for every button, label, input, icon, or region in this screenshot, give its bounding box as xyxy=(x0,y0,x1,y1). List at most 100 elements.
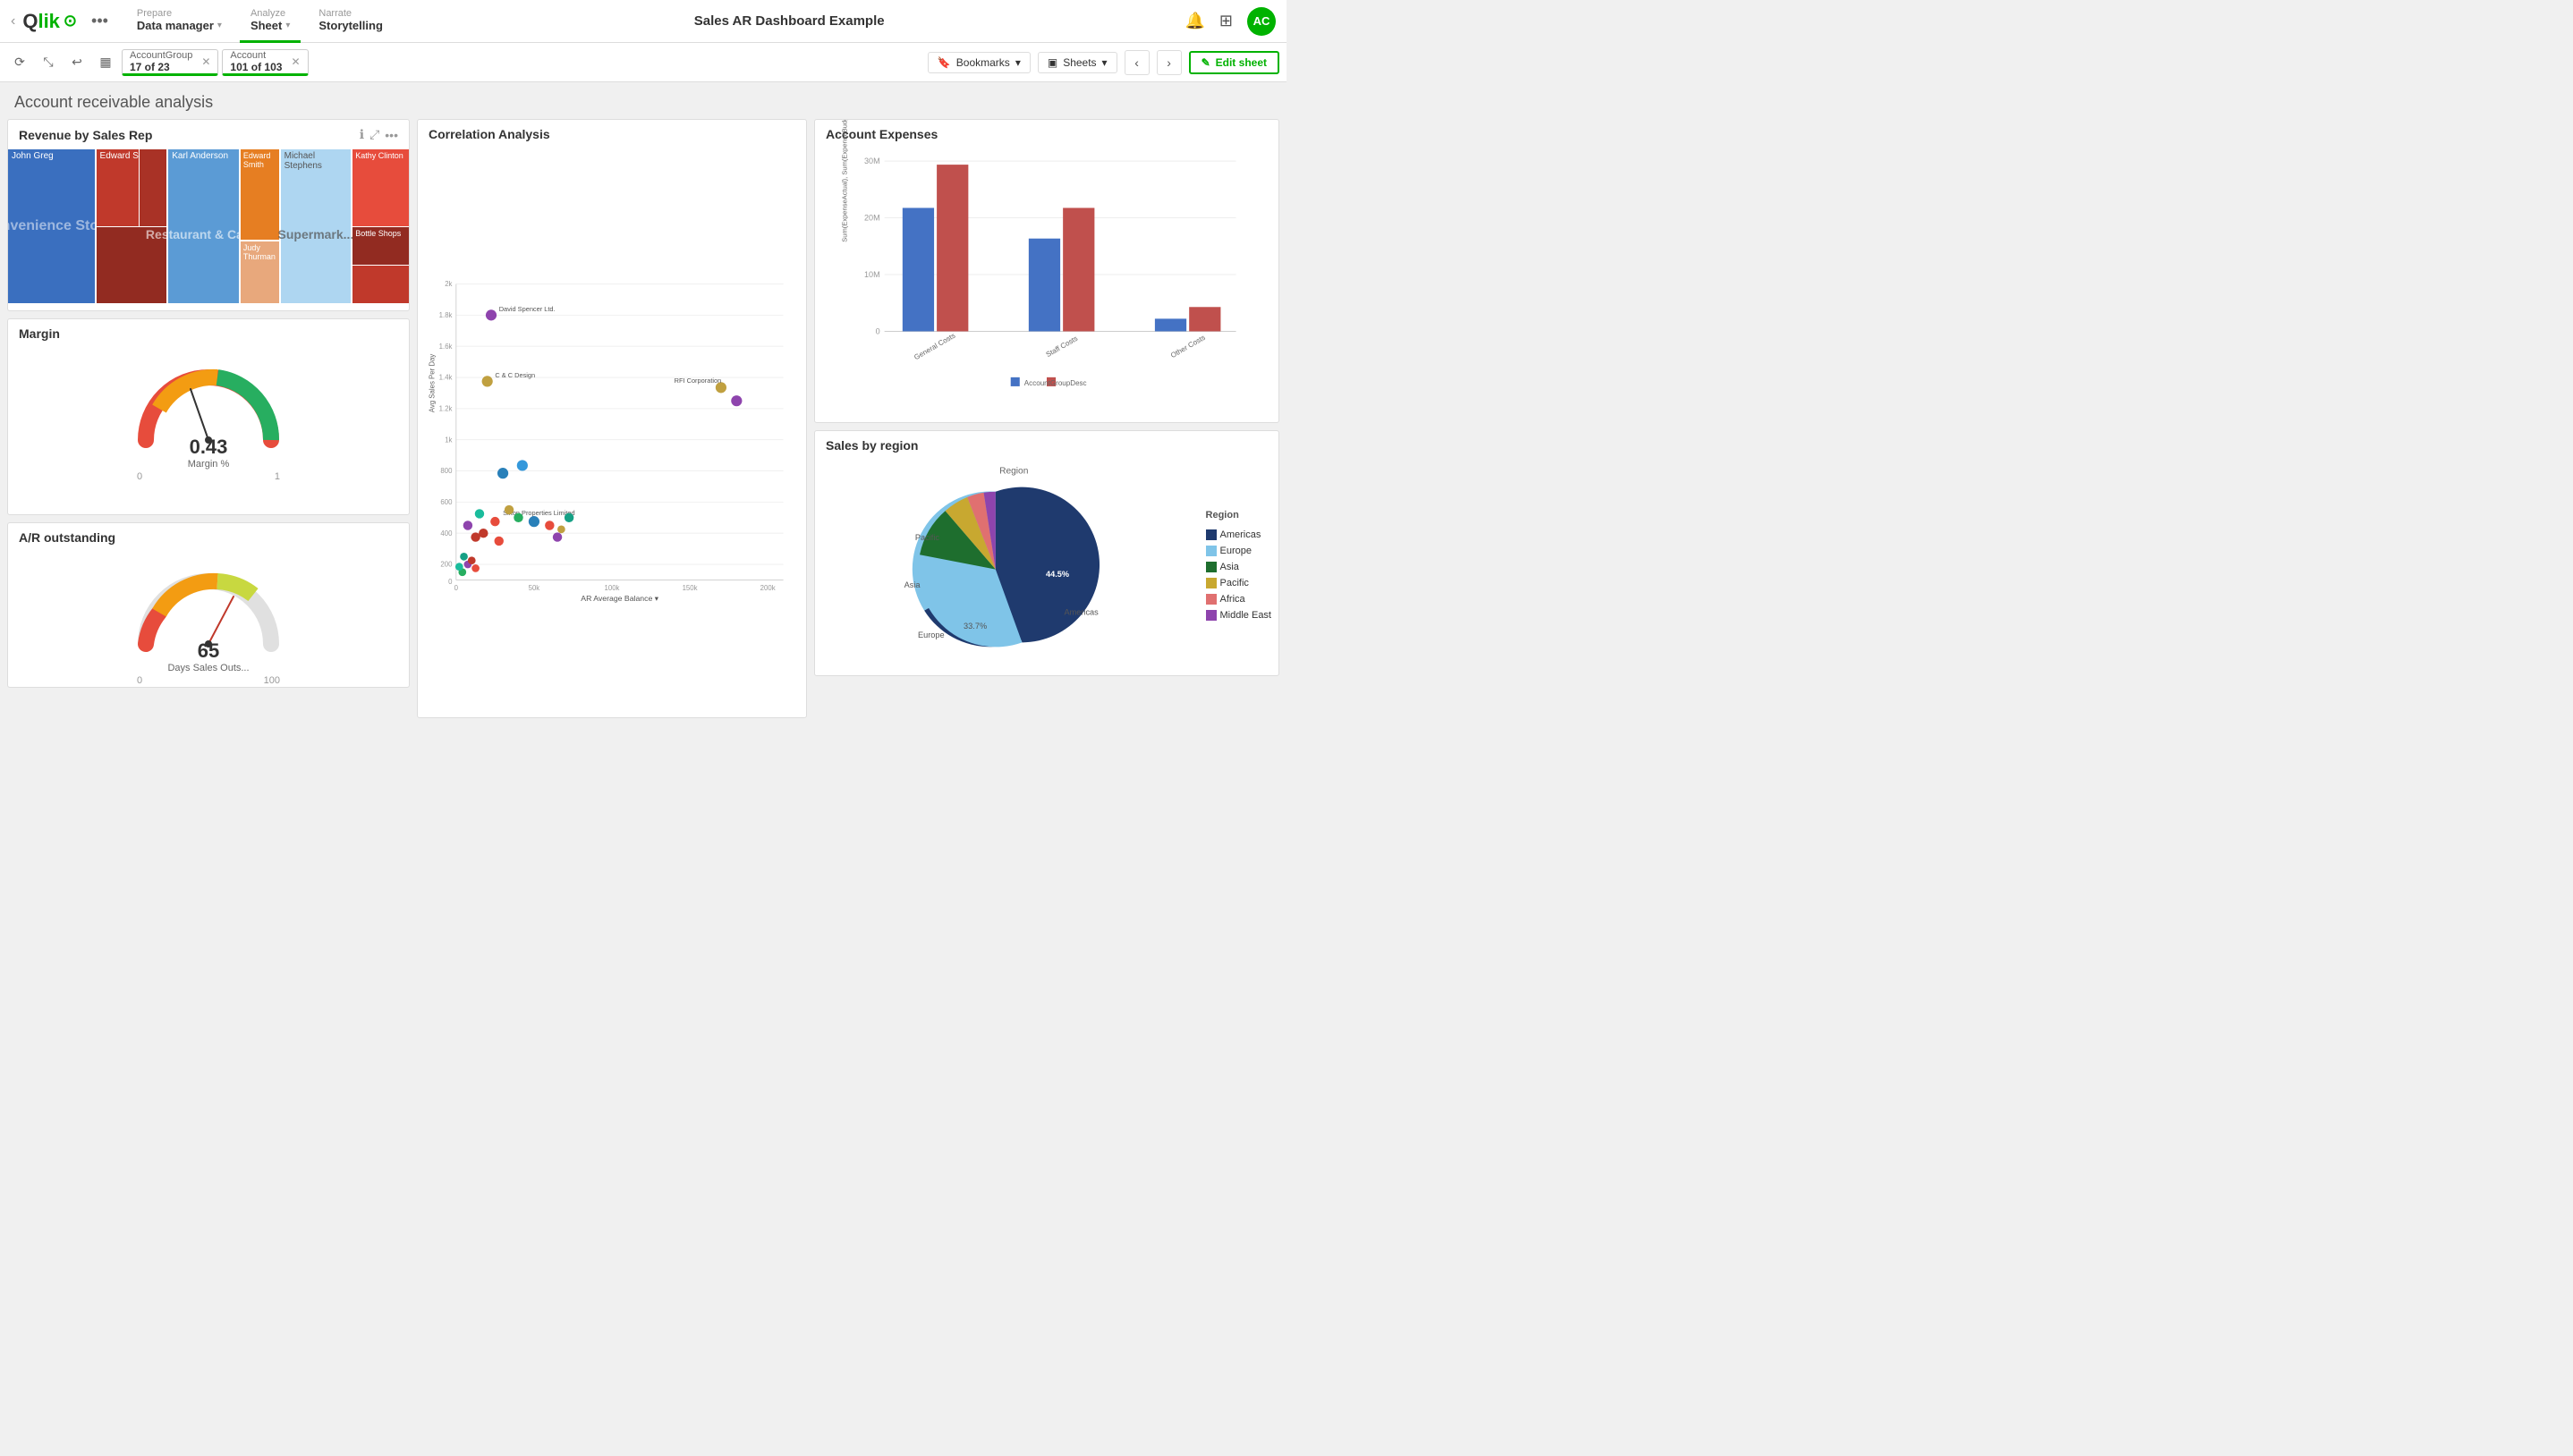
svg-text:Asia: Asia xyxy=(904,580,921,589)
svg-text:Other Costs: Other Costs xyxy=(1169,334,1207,360)
treemap-kathy-top[interactable]: Kathy Clinton xyxy=(352,149,409,226)
account-expenses-chart[interactable]: Sum(ExpenseActual), Sum(ExpenseBudget) 3… xyxy=(815,148,1278,399)
bar-other-budget[interactable] xyxy=(1189,307,1220,331)
revenue-chart-header: Revenue by Sales Rep ℹ ⤢ ••• xyxy=(8,120,409,149)
sheets-label: Sheets xyxy=(1063,56,1096,69)
qlik-logo-text: Qlik xyxy=(22,10,60,33)
scatter-point-a1[interactable] xyxy=(475,509,484,518)
treemap-john-greg[interactable]: John Greg Convenience Stores xyxy=(8,149,97,303)
filter-right: 🔖 Bookmarks ▾ ▣ Sheets ▾ ‹ › ✎ Edit shee… xyxy=(928,50,1279,75)
avatar[interactable]: AC xyxy=(1247,7,1276,36)
scatter-point-a7[interactable] xyxy=(495,537,504,546)
scatter-point-a6[interactable] xyxy=(514,513,522,522)
bar-staff-budget[interactable] xyxy=(1063,207,1094,331)
nav-analyze[interactable]: Analyze Sheet ▾ xyxy=(240,0,301,43)
nav-back-icon[interactable]: ‹ xyxy=(11,13,15,30)
nav-dots[interactable]: ••• xyxy=(91,12,108,30)
expand-icon[interactable]: ⤡ xyxy=(36,50,61,75)
svg-text:0: 0 xyxy=(876,326,880,335)
more-icon[interactable]: ••• xyxy=(385,128,398,142)
legend-africa[interactable]: Africa xyxy=(1206,594,1271,605)
prev-sheet-button[interactable]: ‹ xyxy=(1125,50,1150,75)
treemap-kathy-label: Kathy Clinton xyxy=(352,149,409,162)
svg-text:Region: Region xyxy=(999,466,1029,476)
scatter-point-m1[interactable] xyxy=(497,468,508,478)
scatter-point-a2[interactable] xyxy=(463,521,472,529)
treemap-edward-orange[interactable]: Edward Smith xyxy=(241,149,281,241)
smart-search-icon[interactable]: ⟳ xyxy=(7,50,32,75)
bar-general-actual[interactable] xyxy=(903,207,934,331)
scatter-point-a4[interactable] xyxy=(490,517,499,526)
sheets-icon: ▣ xyxy=(1048,56,1057,69)
nav-analyze-dropdown: ▾ xyxy=(285,21,290,30)
sales-by-region-pie[interactable]: Region xyxy=(822,460,1206,670)
selections-icon[interactable]: ▦ xyxy=(93,50,118,75)
svg-text:1.8k: 1.8k xyxy=(439,311,453,319)
correlation-chart[interactable]: Avg Sales Per Day 2k 1.8k xyxy=(418,148,806,712)
scatter-point-a8[interactable] xyxy=(471,532,480,541)
revenue-chart-card: Revenue by Sales Rep ℹ ⤢ ••• John Greg C… xyxy=(7,119,410,311)
svg-text:50k: 50k xyxy=(529,584,540,592)
filter-chip-account-label: Account xyxy=(230,50,282,61)
right-column: Account Expenses Sum(ExpenseActual), Sum… xyxy=(814,119,1279,718)
legend-asia[interactable]: Asia xyxy=(1206,562,1271,572)
legend-europe[interactable]: Europe xyxy=(1206,546,1271,556)
filter-chip-account-close[interactable]: ✕ xyxy=(291,55,300,68)
treemap-supermarket-label: Supermark... xyxy=(278,227,354,241)
nav-narrate[interactable]: Narrate Storytelling xyxy=(308,0,394,43)
svg-text:1.6k: 1.6k xyxy=(439,343,453,351)
sheets-button[interactable]: ▣ Sheets ▾ xyxy=(1038,52,1117,73)
ar-min: 0 xyxy=(137,675,142,686)
grid-icon[interactable]: ⊞ xyxy=(1219,12,1233,30)
undo-icon[interactable]: ↩ xyxy=(64,50,89,75)
page-title: Account receivable analysis xyxy=(0,82,1286,119)
treemap-karl-anderson[interactable]: Karl Anderson Restaurant & Cafes xyxy=(168,149,241,303)
scatter-point-a11[interactable] xyxy=(565,513,573,522)
scatter-point-a12[interactable] xyxy=(557,526,565,534)
center-column: Correlation Analysis Avg Sales Per Day xyxy=(417,119,807,718)
edit-sheet-button[interactable]: ✎ Edit sheet xyxy=(1189,51,1279,74)
scatter-point-rfi2[interactable] xyxy=(731,395,742,406)
scatter-point-b4[interactable] xyxy=(471,564,480,572)
y-axis-label: Avg Sales Per Day xyxy=(428,354,436,413)
scatter-point-a5[interactable] xyxy=(505,505,514,514)
filter-chip-account[interactable]: Account 101 of 103 ✕ xyxy=(222,49,308,76)
scatter-point-m2[interactable] xyxy=(517,460,528,470)
nav-prepare[interactable]: Prepare Data manager ▾ xyxy=(126,0,233,43)
treemap-judy[interactable]: Judy Thurman xyxy=(241,241,281,303)
bar-other-actual[interactable] xyxy=(1155,318,1186,331)
filter-chip-accountgroup-close[interactable]: ✕ xyxy=(201,55,210,68)
svg-text:General Costs: General Costs xyxy=(913,332,956,362)
bookmarks-label: Bookmarks xyxy=(956,56,1010,69)
legend-pacific[interactable]: Pacific xyxy=(1206,578,1271,588)
expand-chart-icon[interactable]: ⤢ xyxy=(369,127,379,142)
treemap-bottle-shops[interactable]: Bottle Shops xyxy=(352,226,409,265)
bell-icon[interactable]: 🔔 xyxy=(1185,12,1204,30)
scatter-point-cc[interactable] xyxy=(482,376,493,386)
svg-text:200: 200 xyxy=(440,561,453,569)
revenue-treemap[interactable]: John Greg Convenience Stores Edward Smit… xyxy=(8,149,409,303)
nav-prepare-value: Data manager xyxy=(137,19,214,32)
svg-text:33.7%: 33.7% xyxy=(964,622,987,631)
scatter-point-david[interactable] xyxy=(486,309,497,320)
scatter-point-sifton[interactable] xyxy=(529,516,539,527)
correlation-header: Correlation Analysis xyxy=(418,120,806,148)
bar-general-budget[interactable] xyxy=(937,165,968,331)
bookmarks-button[interactable]: 🔖 Bookmarks ▾ xyxy=(928,52,1031,73)
scatter-point-b3[interactable] xyxy=(468,556,476,564)
info-icon[interactable]: ℹ xyxy=(360,127,364,142)
scatter-point-a9[interactable] xyxy=(545,521,554,529)
next-sheet-button[interactable]: › xyxy=(1157,50,1182,75)
correlation-card: Correlation Analysis Avg Sales Per Day xyxy=(417,119,807,718)
svg-text:Staff Costs: Staff Costs xyxy=(1045,334,1079,359)
filter-chip-accountgroup[interactable]: AccountGroup 17 of 23 ✕ xyxy=(122,49,218,76)
scatter-point-b6[interactable] xyxy=(455,563,463,571)
scatter-point-b1[interactable] xyxy=(460,553,468,561)
legend-middleeast[interactable]: Middle East xyxy=(1206,610,1271,621)
legend-americas[interactable]: Americas xyxy=(1206,529,1271,540)
scatter-point-a10[interactable] xyxy=(553,532,562,541)
bar-staff-actual[interactable] xyxy=(1029,239,1060,332)
margin-max: 1 xyxy=(275,471,280,482)
treemap-michael[interactable]: Michael Stephens Supermark... xyxy=(281,149,353,303)
margin-min: 0 xyxy=(137,471,142,482)
